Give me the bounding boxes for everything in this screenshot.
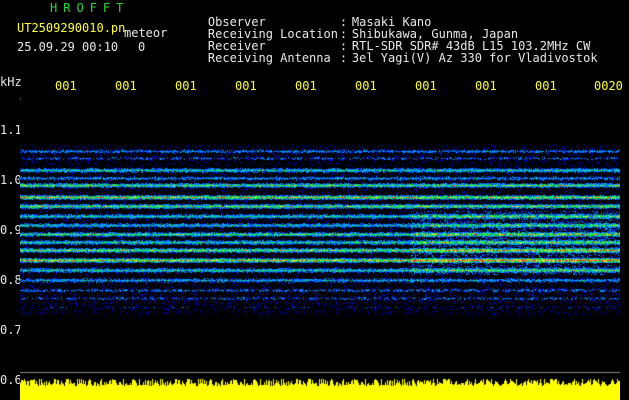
file-name: UT2509290010.pn — [17, 21, 126, 35]
file-suffix: meteor — [124, 26, 168, 40]
file-counter: 0 — [138, 40, 146, 54]
time-tick-label: 001 — [475, 79, 497, 93]
time-tick-label: 001 — [175, 79, 197, 93]
freq-tick-label: 0.9 — [0, 223, 22, 237]
time-tick-label: 001 — [415, 79, 437, 93]
meta-value: 3el Yagi(V) Az 330 for Vladivostok — [351, 51, 598, 65]
time-tick-label: 001 — [355, 79, 377, 93]
time-tick-label: 001 — [55, 79, 77, 93]
freq-tick-label: 1.1 — [0, 123, 22, 137]
meta-row-observer: Observer: Masaki Kano — [207, 15, 432, 29]
time-tick-label: 0020 — [594, 79, 623, 93]
freq-tick-label: 0.8 — [0, 273, 22, 287]
waterfall-canvas — [20, 100, 620, 400]
time-tick-label: 001 — [115, 79, 137, 93]
freq-tick-label: 1.0 — [0, 173, 22, 187]
time-tick-label: 001 — [535, 79, 557, 93]
file-datetime: 25.09.29 00:10 — [17, 40, 119, 54]
frequency-unit-label: kHz — [0, 75, 22, 89]
freq-tick-label: 0.7 — [0, 323, 22, 337]
freq-tick-label: 0.6 — [0, 373, 22, 387]
meta-label: Receiving Antenna — [207, 51, 331, 65]
time-tick-label: 001 — [235, 79, 257, 93]
brand-logo: HROFFT — [50, 1, 130, 15]
observation-metadata: Observer: Masaki Kano Receiving Location:… — [179, 4, 598, 64]
waterfall-spectrogram — [20, 100, 620, 400]
time-tick-label: 001 — [295, 79, 317, 93]
